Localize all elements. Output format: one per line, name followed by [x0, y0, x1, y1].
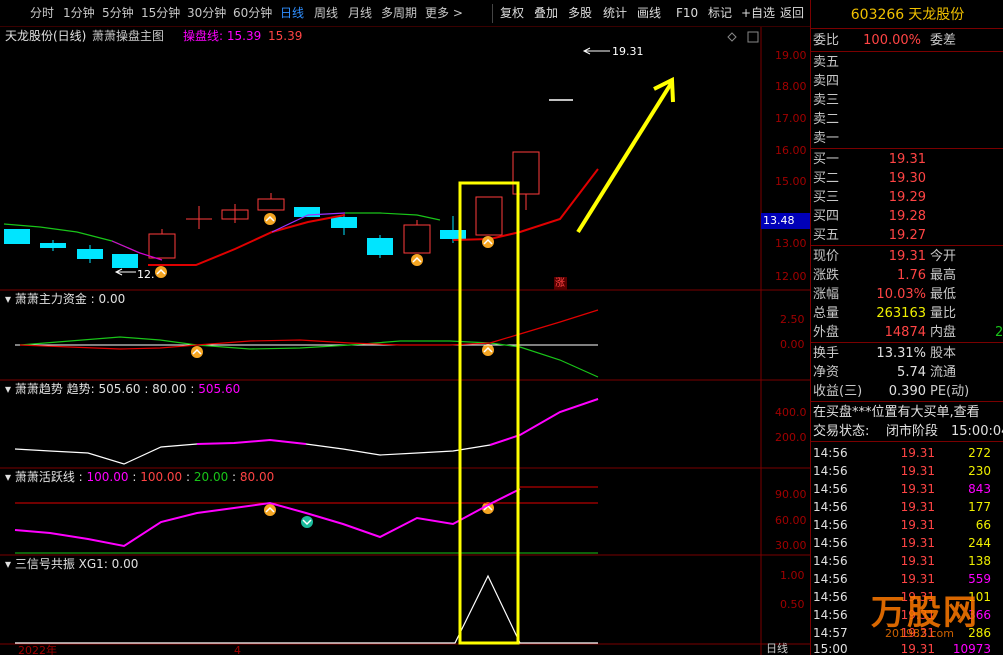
y-tick: 0.50 — [780, 598, 805, 611]
kline-chart-area[interactable]: 天龙股份(日线) 萧萧操盘主图 操盘线: 15.39 15.39 19.31 1… — [0, 27, 810, 655]
ask-row[interactable]: 卖三 — [811, 91, 1003, 110]
signal-panel-title[interactable]: ▾ 三信号共振 XG1: 0.00 — [5, 556, 138, 572]
trend-panel-title[interactable]: ▾ 萧萧趋势 趋势: 505.60 : 80.00 : 505.60 — [5, 381, 240, 397]
y-tick: 13.00 — [775, 237, 807, 250]
watermark-logo: 万股网 201982.com — [871, 593, 979, 640]
fuquan-button[interactable]: 复权 — [500, 4, 524, 23]
operate-line-value: 15.39 — [268, 29, 303, 43]
bid-row[interactable]: 买五 19.27 — [811, 226, 1003, 245]
bid-row[interactable]: 买四 19.28 — [811, 207, 1003, 226]
y-tick: 18.00 — [775, 80, 807, 93]
tick-row: 14:56 19.31 843 — [813, 482, 991, 496]
y-tick: 15.00 — [775, 175, 807, 188]
y-tick: 0.00 — [780, 338, 805, 351]
operate-line-label: 操盘线: 15.39 — [183, 29, 262, 43]
stat-row: 外盘 14874 内盘 2 — [813, 325, 1003, 340]
stock-chart-title: 天龙股份(日线) — [5, 29, 87, 43]
draw-line-button[interactable]: 画线 — [637, 4, 661, 23]
current-price-label: 13.48 — [763, 214, 795, 227]
statistics-button[interactable]: 统计 — [603, 4, 627, 23]
trade-status: 交易状态:闭市阶段15:00:04 — [813, 424, 1003, 439]
bid-row[interactable]: 买二 19.30 — [811, 169, 1003, 188]
stat-row: 涨幅 10.03% 最低 — [813, 287, 957, 302]
quote-panel: 603266 天龙股份 委比 100.00% 委差 卖五 卖四 卖三 卖二 卖一 … — [810, 0, 1003, 655]
tick-row: 14:56 19.31 138 — [813, 554, 991, 568]
add-watchlist-button[interactable]: +自选 — [741, 4, 775, 23]
period-tab-more[interactable]: 更多 > — [425, 4, 463, 23]
sell-signal-marker — [301, 516, 313, 528]
low-marker: 12. — [137, 268, 155, 281]
y-tick: 60.00 — [775, 514, 807, 527]
ask-row[interactable]: 卖二 — [811, 110, 1003, 129]
y-tick: 17.00 — [775, 112, 807, 125]
x-axis-year: 2022年 — [18, 644, 57, 655]
y-tick: 400.0 — [775, 406, 807, 419]
y-tick: 2.50 — [780, 313, 805, 326]
stat-row: 换手 13.31% 股本 — [813, 346, 957, 361]
period-tab-monthly[interactable]: 月线 — [348, 4, 372, 23]
stat-row: 涨跌 1.76 最高 — [813, 268, 957, 283]
tick-row: 14:56 19.31 272 — [813, 446, 991, 460]
period-tab-multi[interactable]: 多周期 — [381, 4, 417, 23]
stock-header: 603266 天龙股份 — [811, 4, 1003, 26]
big-order-notice[interactable]: 在买盘***位置有大买单,查看 — [811, 403, 1003, 422]
period-tab-1min[interactable]: 1分钟 — [63, 4, 95, 23]
activity-panel-title[interactable]: ▾ 萧萧活跃线 : 100.00 : 100.00 : 20.00 : 80.0… — [5, 469, 274, 485]
stat-row: 净资 5.74 流通 — [813, 365, 957, 380]
stock-code: 603266 — [850, 7, 905, 23]
weibi-row: 委比 100.00% 委差 — [813, 33, 957, 48]
y-tick: 12.00 — [775, 270, 807, 283]
stat-row: 收益(三) 0.390 PE(动) — [813, 384, 970, 399]
limit-up-label: 涨 — [555, 278, 565, 289]
f10-button[interactable]: F10 — [676, 4, 698, 23]
period-tab-15min[interactable]: 15分钟 — [141, 4, 180, 23]
bid-row[interactable]: 买三 19.29 — [811, 188, 1003, 207]
y-tick: 200.0 — [775, 431, 807, 444]
period-tab-fenshi[interactable]: 分时 — [30, 4, 54, 23]
tick-row: 14:56 19.31 244 — [813, 536, 991, 550]
back-button[interactable]: 返回 — [780, 4, 804, 23]
period-tab-5min[interactable]: 5分钟 — [102, 4, 134, 23]
period-tab-60min[interactable]: 60分钟 — [233, 4, 272, 23]
multi-stock-button[interactable]: 多股 — [568, 4, 592, 23]
y-tick: 90.00 — [775, 488, 807, 501]
ask-row[interactable]: 卖五 — [811, 53, 1003, 72]
stat-row: 现价 19.31 今开 — [813, 249, 957, 264]
tick-row: 14:56 19.31 66 — [813, 518, 991, 532]
period-tab-30min[interactable]: 30分钟 — [187, 4, 226, 23]
tick-row: 14:56 19.31 177 — [813, 500, 991, 514]
ask-row[interactable]: 卖四 — [811, 72, 1003, 91]
stat-row: 总量 263163 量比 — [813, 306, 957, 321]
period-tab-weekly[interactable]: 周线 — [314, 4, 338, 23]
y-tick: 19.00 — [775, 49, 807, 62]
y-tick: 1.00 — [780, 569, 805, 582]
ask-row[interactable]: 卖一 — [811, 129, 1003, 148]
y-tick: 16.00 — [775, 144, 807, 157]
period-indicator: 日线 — [766, 642, 788, 655]
period-tab-daily[interactable]: 日线 — [280, 4, 304, 23]
overlay-button[interactable]: 叠加 — [534, 4, 558, 23]
capital-panel-title[interactable]: ▾ 萧萧主力资金 : 0.00 — [5, 291, 125, 307]
high-marker: 19.31 — [612, 45, 644, 58]
mark-button[interactable]: 标记 — [708, 4, 732, 23]
stock-name: 天龙股份 — [908, 7, 965, 23]
indicator-name[interactable]: 萧萧操盘主图 — [92, 28, 164, 44]
tick-row: 14:56 19.31 230 — [813, 464, 991, 478]
bid-row[interactable]: 买一 19.31 — [811, 150, 1003, 169]
x-axis-month: 4 — [234, 644, 241, 655]
y-tick: 30.00 — [775, 539, 807, 552]
